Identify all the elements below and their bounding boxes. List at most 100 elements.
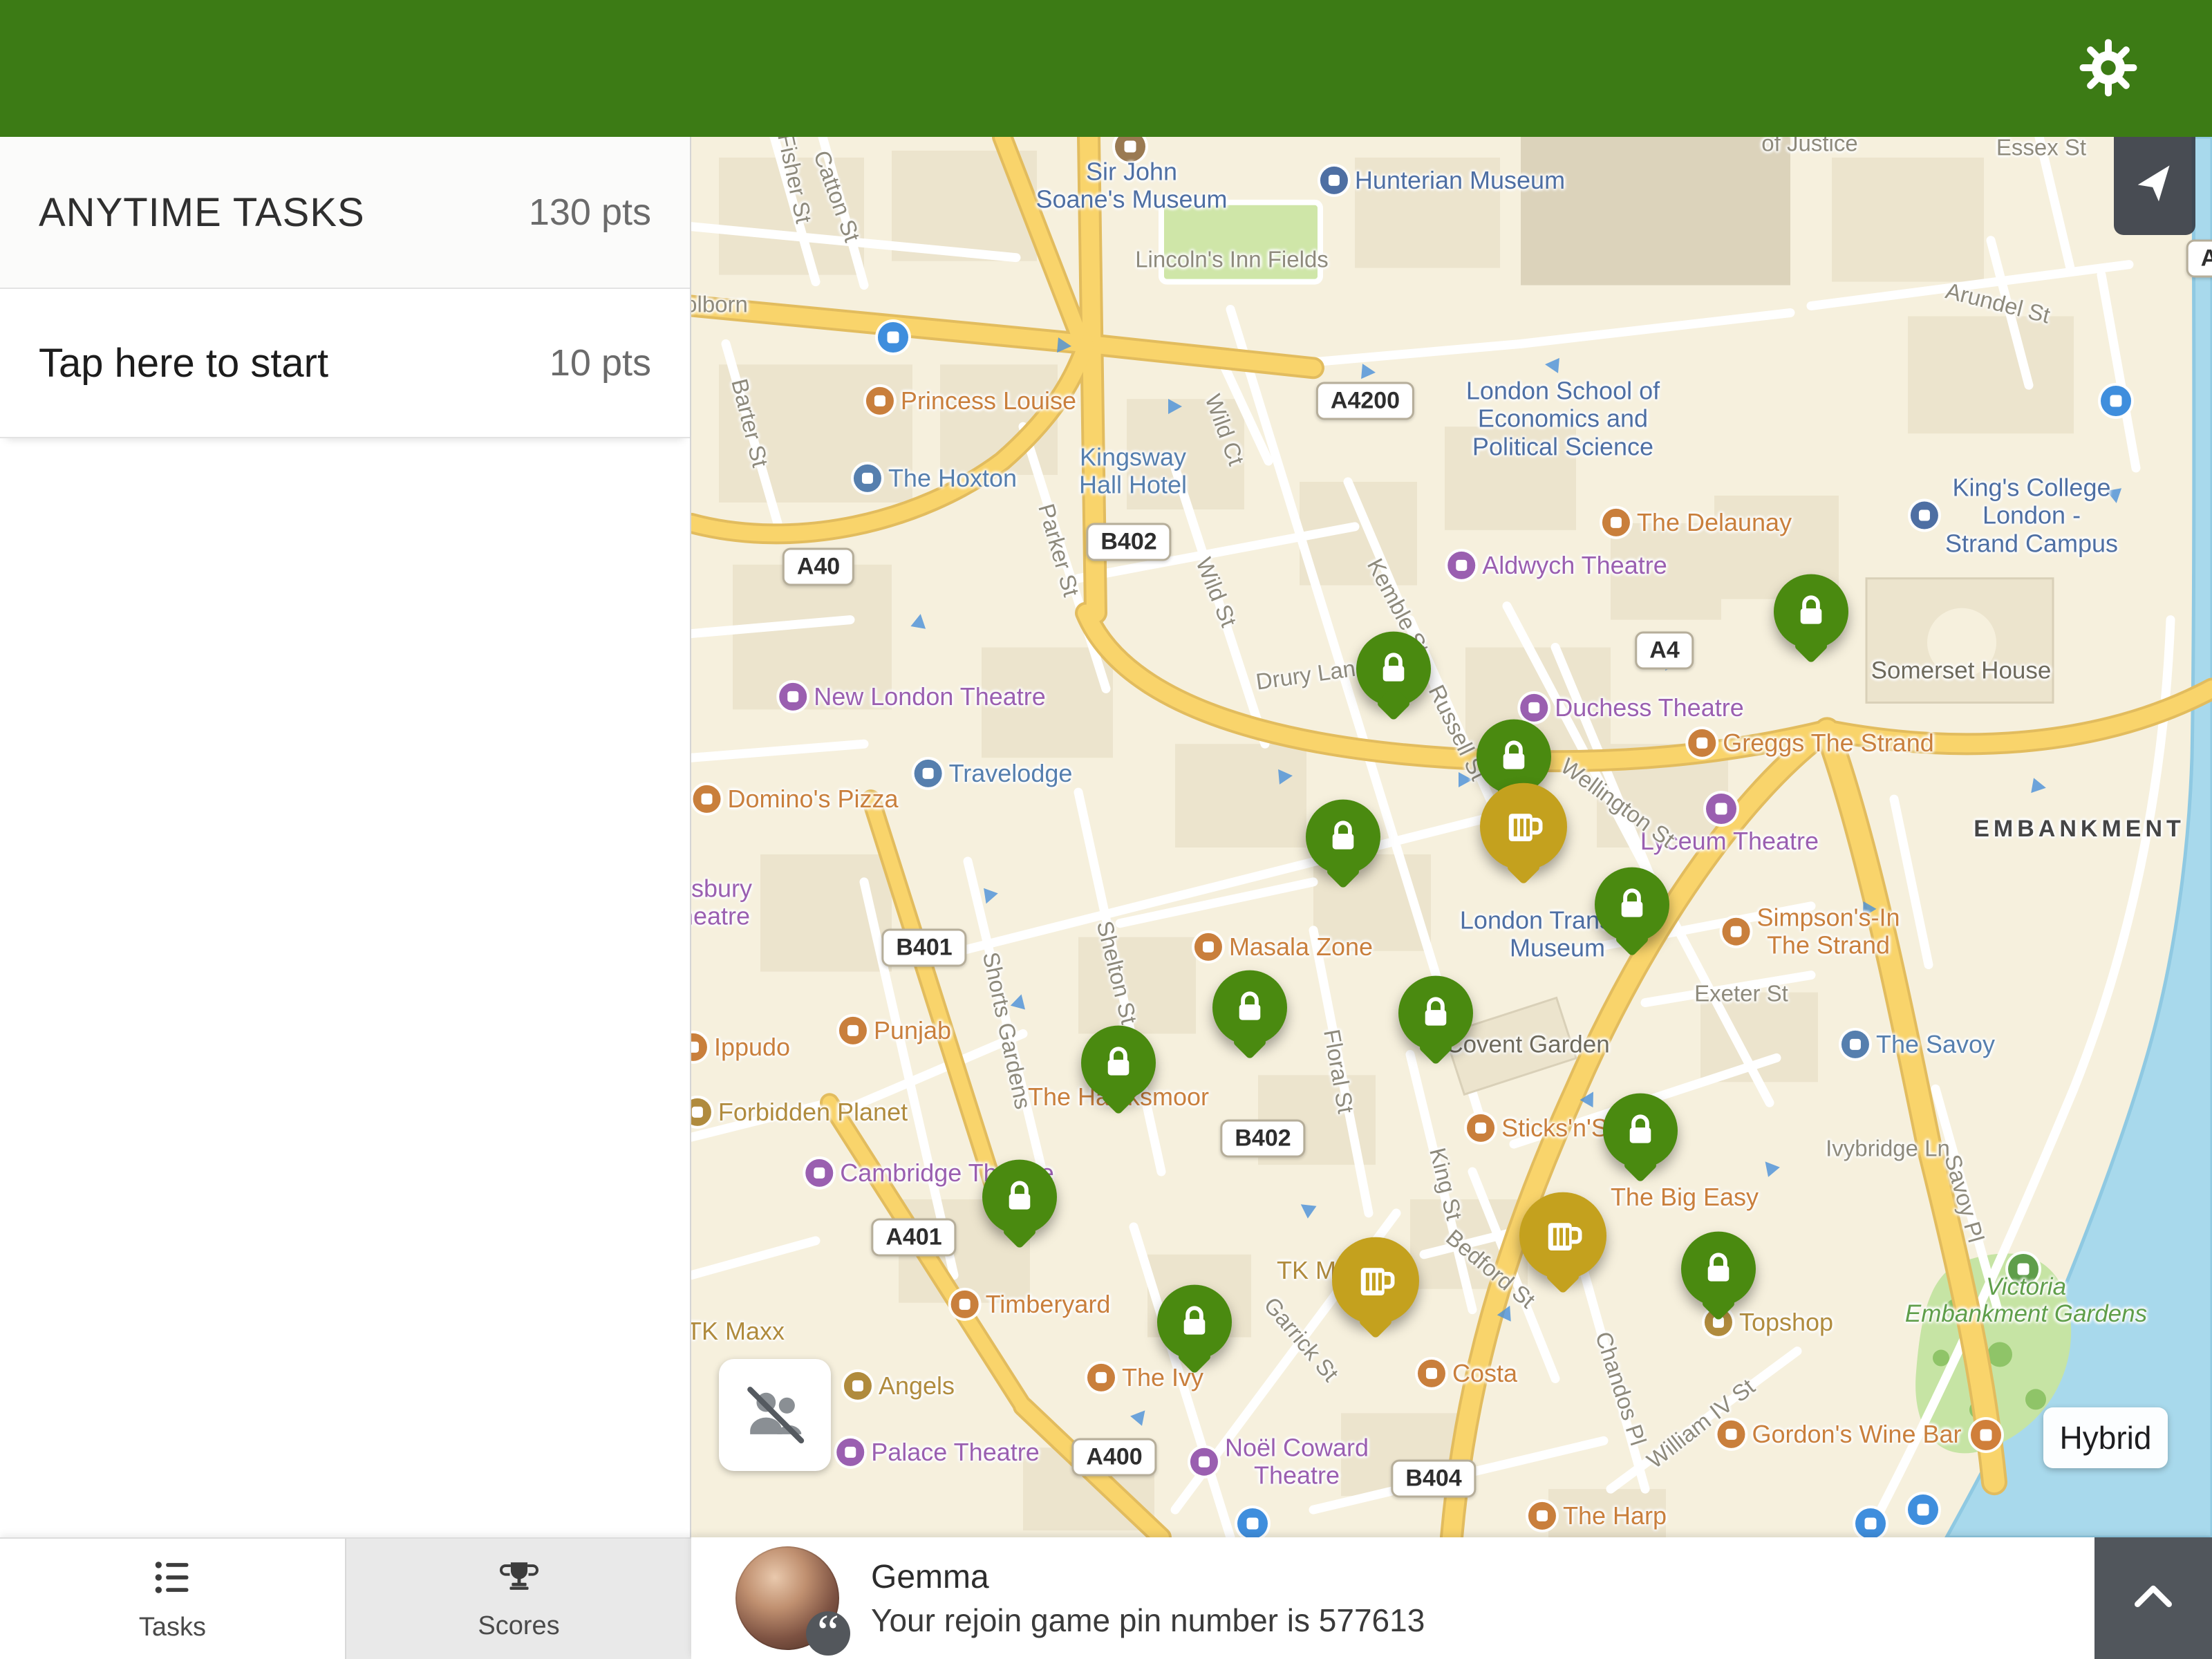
map-label: Punjab: [874, 1017, 951, 1044]
map-poi-dot: [1706, 794, 1736, 824]
map-overlays: of Justice Essex St Sir JohnSoane's Museum…: [691, 137, 2212, 1537]
map-label: Drury Lane: [1255, 654, 1370, 695]
quote-icon: “: [806, 1611, 850, 1656]
map-canvas[interactable]: of Justice Essex St Sir JohnSoane's Museum…: [691, 137, 2212, 1537]
chevron-up-icon: [2126, 1571, 2180, 1627]
map-label: Shelton St: [1091, 919, 1142, 1027]
player-name: Gemma: [871, 1558, 1425, 1596]
beer-task-pin[interactable]: [1519, 1192, 1606, 1280]
beer-task-pin[interactable]: [1480, 783, 1567, 870]
expand-messages-button[interactable]: [2094, 1537, 2212, 1659]
navigation-arrow-icon: [2133, 163, 2177, 209]
tab-scores[interactable]: Scores: [345, 1539, 691, 1659]
poi-icon: [1418, 1360, 1445, 1387]
map-label: KingswayHall Hotel: [1079, 444, 1187, 500]
people-muted-icon: [739, 1378, 811, 1452]
poi-icon: [915, 760, 942, 787]
one-way-arrow-icon: [1759, 1156, 1780, 1177]
tab-scores-label: Scores: [478, 1611, 559, 1641]
compass-button[interactable]: [2114, 137, 2195, 235]
beer-task-pin[interactable]: [1332, 1237, 1419, 1324]
task-points: 10 pts: [550, 341, 651, 384]
map-poi-dot: [1971, 1420, 2001, 1450]
tasks-section-header: ANYTIME TASKS 130 pts: [0, 137, 690, 289]
poi-icon: [1688, 729, 1716, 757]
poi-icon: [951, 1291, 979, 1318]
map-label: Simpson's-InThe Strand: [1757, 904, 1900, 960]
map-label: Masala Zone: [1229, 933, 1373, 961]
task-row-start[interactable]: Tap here to start 10 pts: [0, 289, 690, 438]
lock-task-pin[interactable]: [1477, 720, 1551, 794]
trophy-icon: [499, 1557, 539, 1604]
poi-icon: [693, 785, 721, 813]
settings-button[interactable]: [2067, 27, 2150, 110]
road-badge: B404: [1391, 1460, 1476, 1498]
map-label: The Savoy: [1876, 1031, 1995, 1058]
map-label: Palace Theatre: [871, 1438, 1040, 1466]
lock-task-pin[interactable]: [1595, 868, 1669, 942]
map-label: Costa: [1452, 1360, 1517, 1387]
map-label: The Hoxton: [888, 465, 1017, 492]
poi-icon: [1841, 1031, 1869, 1058]
status-bar: “ Gemma Your rejoin game pin number is 5…: [691, 1537, 2212, 1659]
map-label: Noël CowardTheatre: [1225, 1434, 1369, 1490]
map-label: esburyheatre: [691, 875, 752, 931]
lock-task-pin[interactable]: [1212, 971, 1287, 1045]
map-label: The Harp: [1563, 1502, 1667, 1530]
map-label: Gordon's Wine Bar: [1752, 1421, 1962, 1448]
road-badge: A4200: [1316, 382, 1414, 420]
map-label: TK Maxx: [691, 1318, 785, 1345]
poi-icon: [839, 1017, 867, 1044]
map-label: Wild St: [1190, 554, 1241, 631]
map-label: Sir JohnSoane's Museum: [1035, 158, 1227, 214]
one-way-arrow-icon: [979, 888, 998, 906]
poi-icon: [844, 1372, 872, 1400]
tab-tasks[interactable]: Tasks: [0, 1539, 345, 1659]
road-badge: A: [2186, 240, 2212, 278]
one-way-arrow-icon: [1278, 768, 1293, 785]
lock-task-pin[interactable]: [1306, 800, 1380, 874]
lock-task-pin[interactable]: [1157, 1285, 1232, 1360]
one-way-arrow-icon: [910, 612, 928, 629]
map-label: Aldwych Theatre: [1482, 552, 1667, 579]
avatar[interactable]: “: [735, 1546, 839, 1650]
one-way-arrow-icon: [1580, 1088, 1600, 1107]
poi-icon: [1718, 1421, 1745, 1448]
lock-task-pin[interactable]: [1356, 632, 1431, 706]
map-label: Essex St: [1996, 137, 2086, 160]
one-way-arrow-icon: [2031, 778, 2047, 795]
map-label: The Big Easy: [1611, 1183, 1759, 1211]
map-type-button[interactable]: Hybrid: [2043, 1407, 2168, 1468]
road-badge: A4: [1635, 632, 1694, 670]
map-label: VictoriaEmbankment Gardens: [1905, 1273, 2147, 1327]
lock-task-pin[interactable]: [1603, 1094, 1678, 1168]
one-way-arrow-icon: [1057, 337, 1072, 354]
map-label: New London Theatre: [814, 683, 1046, 711]
one-way-arrow-icon: [1168, 399, 1182, 414]
map-label: of Justice: [1761, 137, 1857, 156]
map-label: London School ofEconomics andPolitical S…: [1466, 377, 1660, 461]
poi-icon: [1320, 167, 1348, 194]
tasks-panel: ANYTIME TASKS 130 pts Tap here to start …: [0, 137, 691, 1659]
gear-icon: [2077, 36, 2140, 102]
map-label: Hunterian Museum: [1355, 167, 1565, 194]
poi-icon: [1723, 918, 1750, 946]
lock-task-pin[interactable]: [1081, 1026, 1156, 1100]
tasks-section-points: 130 pts: [529, 191, 651, 234]
map-label: The Delaunay: [1637, 509, 1792, 536]
map-label: King St: [1424, 1145, 1467, 1223]
map-label: Parker St: [1033, 501, 1083, 599]
poi-icon: [691, 1098, 711, 1126]
lock-task-pin[interactable]: [1398, 976, 1473, 1051]
map-label: Duchess Theatre: [1555, 694, 1743, 722]
hide-players-button[interactable]: [719, 1359, 831, 1471]
poi-icon: [854, 465, 881, 492]
lock-task-pin[interactable]: [1681, 1232, 1756, 1306]
map-label: Travelodge: [949, 760, 1073, 787]
lock-task-pin[interactable]: [1774, 574, 1848, 649]
map-label: Catton St: [808, 147, 865, 245]
road-badge: A401: [871, 1219, 956, 1257]
map-label: Lincoln's Inn Fields: [1135, 247, 1329, 273]
map-label: Topshop: [1739, 1309, 1833, 1336]
lock-task-pin[interactable]: [982, 1160, 1057, 1235]
